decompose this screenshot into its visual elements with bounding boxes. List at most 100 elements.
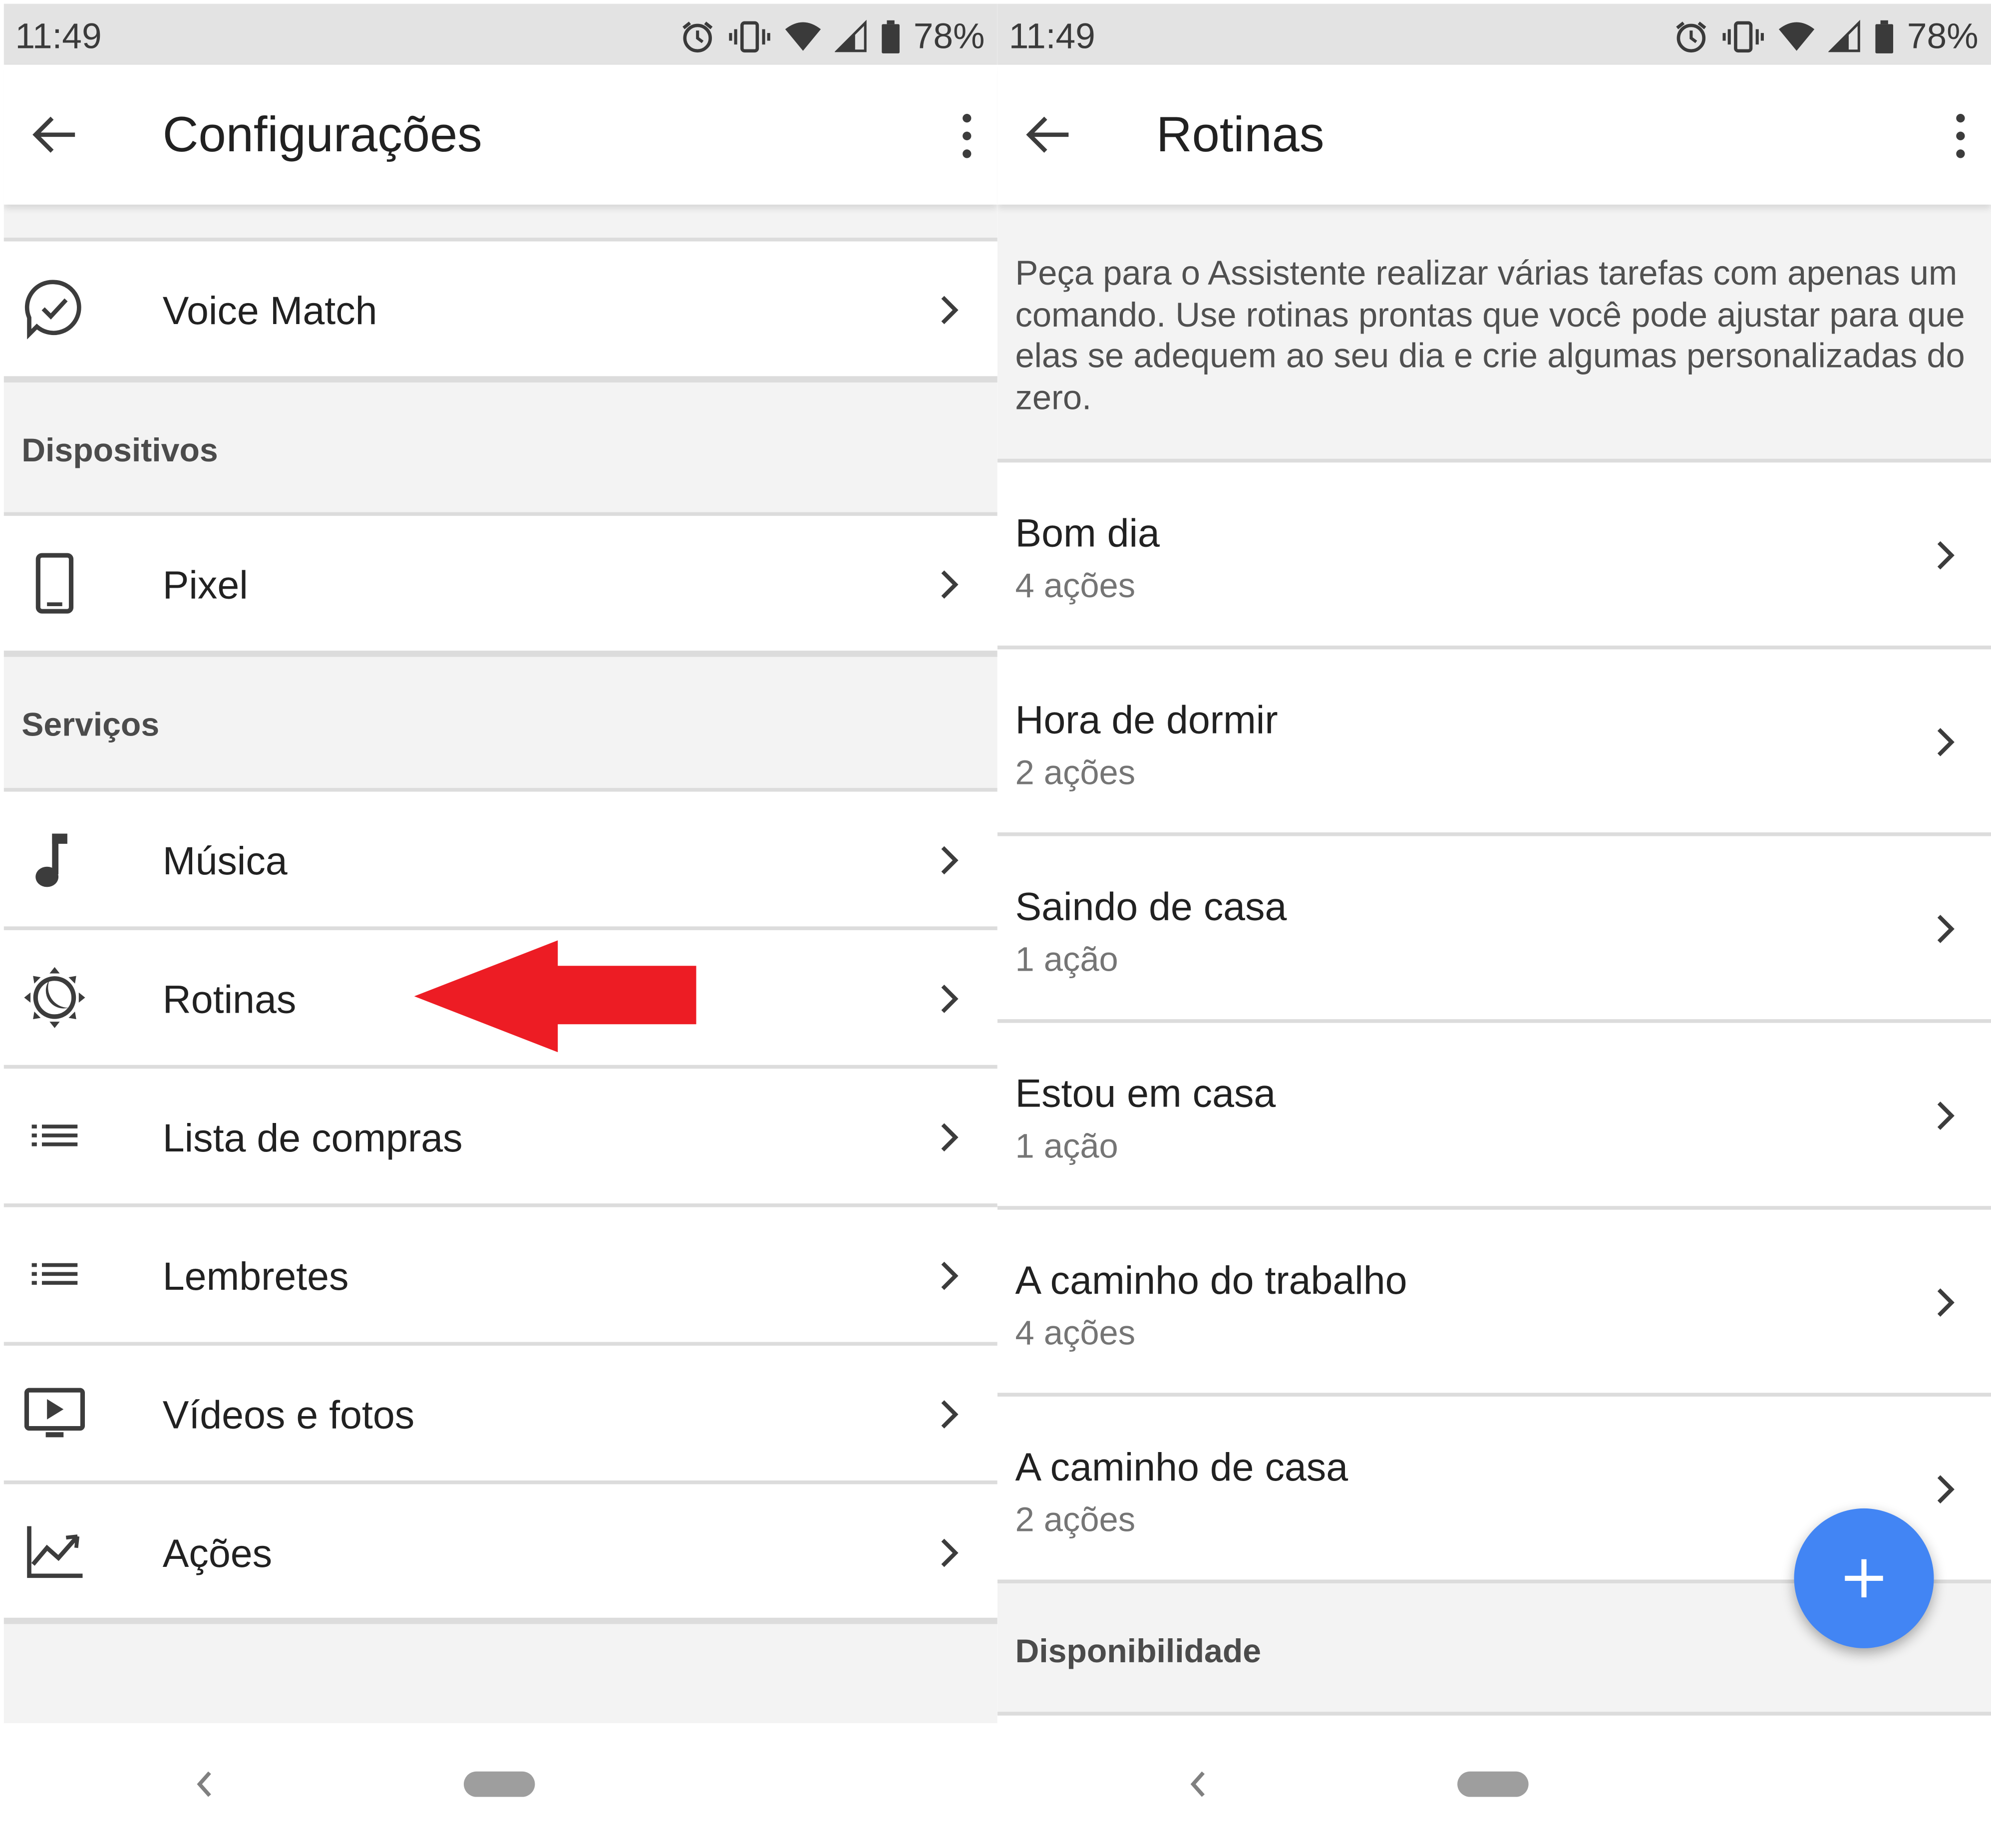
vibrate-icon bbox=[729, 21, 770, 53]
routine-title: Saindo de casa bbox=[1015, 884, 1287, 929]
battery-icon bbox=[1875, 20, 1893, 53]
routine-row[interactable]: Saindo de casa 1 ação bbox=[997, 836, 1991, 1022]
divider bbox=[997, 832, 1991, 836]
settings-screen: 11:49 78% Configurações Voice Match Disp… bbox=[3, 0, 997, 1848]
routine-actions-count: 2 ações bbox=[1015, 753, 1136, 792]
app-bar: Rotinas bbox=[997, 64, 1991, 205]
app-bar: Configurações bbox=[3, 64, 997, 205]
row-stocks[interactable]: Ações bbox=[3, 1484, 997, 1619]
row-label: Lembretes bbox=[162, 1254, 349, 1299]
routine-actions-count: 4 ações bbox=[1015, 1314, 1136, 1352]
page-title: Configurações bbox=[162, 108, 482, 163]
list-icon bbox=[31, 1124, 78, 1146]
section-footer bbox=[3, 1624, 997, 1724]
nav-back-icon[interactable] bbox=[192, 1765, 217, 1803]
routine-title: Estou em casa bbox=[1015, 1071, 1276, 1116]
chevron-right-icon bbox=[1933, 536, 1958, 574]
phone-icon bbox=[35, 553, 74, 614]
divider bbox=[3, 1203, 997, 1207]
row-music[interactable]: Música bbox=[3, 791, 997, 927]
signal-icon bbox=[1828, 19, 1860, 52]
chevron-right-icon bbox=[937, 1118, 962, 1156]
row-shopping-list[interactable]: Lista de compras bbox=[3, 1069, 997, 1204]
chevron-right-icon bbox=[937, 841, 962, 879]
alarm-icon bbox=[682, 21, 713, 53]
row-voice-match[interactable]: Voice Match bbox=[3, 241, 997, 377]
plus-icon bbox=[1845, 1559, 1883, 1598]
row-pixel[interactable]: Pixel bbox=[3, 516, 997, 652]
status-time: 11:49 bbox=[1008, 16, 1095, 56]
routine-row[interactable]: Estou em casa 1 ação bbox=[997, 1023, 1991, 1209]
battery-percent: 78% bbox=[1907, 16, 1979, 56]
divider bbox=[3, 926, 997, 930]
back-arrow-icon[interactable] bbox=[29, 109, 80, 160]
chevron-right-icon bbox=[1933, 1283, 1958, 1321]
system-nav-bar bbox=[3, 1723, 997, 1848]
divider bbox=[997, 1393, 1991, 1397]
nav-home-pill[interactable] bbox=[463, 1771, 535, 1797]
routine-row[interactable]: Hora de dormir 2 ações bbox=[997, 649, 1991, 835]
back-arrow-icon[interactable] bbox=[1023, 109, 1074, 160]
battery-icon bbox=[882, 20, 900, 53]
chevron-right-icon bbox=[937, 1395, 962, 1433]
routines-icon bbox=[24, 967, 85, 1028]
nav-back-icon[interactable] bbox=[1185, 1765, 1211, 1803]
divider bbox=[3, 1617, 997, 1624]
divider bbox=[3, 237, 997, 242]
wifi-icon bbox=[1778, 22, 1815, 51]
section-header-devices: Dispositivos bbox=[3, 382, 997, 512]
row-reminders[interactable]: Lembretes bbox=[3, 1207, 997, 1342]
row-videos-photos[interactable]: Vídeos e fotos bbox=[3, 1346, 997, 1480]
chevron-right-icon bbox=[937, 566, 962, 604]
chevron-right-icon bbox=[1933, 1471, 1958, 1508]
status-bar: 11:49 78% bbox=[997, 3, 1991, 65]
routine-title: A caminho do trabalho bbox=[1015, 1258, 1407, 1303]
stocks-chart-icon bbox=[27, 1526, 83, 1578]
list-icon bbox=[31, 1263, 78, 1285]
description-text: Peça para o Assistente realizar várias t… bbox=[1015, 254, 1965, 416]
nav-home-pill[interactable] bbox=[1457, 1771, 1529, 1797]
divider bbox=[997, 645, 1991, 650]
row-label: Voice Match bbox=[162, 288, 377, 333]
chevron-right-icon bbox=[937, 1257, 962, 1295]
routine-actions-count: 1 ação bbox=[1015, 940, 1118, 979]
more-options-icon[interactable] bbox=[952, 110, 982, 161]
status-time: 11:49 bbox=[15, 16, 102, 56]
divider bbox=[997, 1019, 1991, 1023]
section-header-services: Serviços bbox=[3, 657, 997, 788]
section-spacer bbox=[3, 204, 997, 241]
signal-icon bbox=[834, 19, 867, 52]
video-icon bbox=[24, 1388, 85, 1438]
section-label: Serviços bbox=[21, 705, 160, 743]
divider bbox=[3, 512, 997, 516]
add-routine-button[interactable] bbox=[1794, 1508, 1934, 1648]
routine-title: A caminho de casa bbox=[1015, 1445, 1348, 1489]
row-label: Ações bbox=[162, 1531, 273, 1576]
vibrate-icon bbox=[1722, 21, 1764, 53]
chevron-right-icon bbox=[1933, 723, 1958, 761]
more-options-icon[interactable] bbox=[1945, 110, 1976, 161]
section-label: Disponibilidade bbox=[1015, 1631, 1262, 1670]
alarm-icon bbox=[1676, 21, 1706, 53]
chevron-right-icon bbox=[1933, 1097, 1958, 1134]
page-title: Rotinas bbox=[1156, 108, 1325, 163]
routine-title: Hora de dormir bbox=[1015, 698, 1278, 742]
divider bbox=[3, 1342, 997, 1346]
red-pointer-arrow bbox=[414, 940, 696, 1053]
voice-match-icon bbox=[24, 280, 81, 340]
battery-percent: 78% bbox=[913, 16, 985, 56]
divider bbox=[997, 1712, 1991, 1716]
routine-row[interactable]: A caminho do trabalho 4 ações bbox=[997, 1209, 1991, 1396]
chevron-right-icon bbox=[937, 291, 962, 329]
divider bbox=[3, 1480, 997, 1484]
row-label: Pixel bbox=[162, 563, 248, 608]
routine-row[interactable]: Bom dia 4 ações bbox=[997, 462, 1991, 648]
routines-description: Peça para o Assistente realizar várias t… bbox=[997, 204, 1991, 459]
divider bbox=[3, 651, 997, 657]
routine-title: Bom dia bbox=[1015, 511, 1160, 556]
routine-actions-count: 4 ações bbox=[1015, 567, 1136, 605]
music-note-icon bbox=[35, 833, 67, 887]
divider bbox=[997, 1206, 1991, 1210]
row-label: Rotinas bbox=[162, 977, 297, 1022]
row-label: Vídeos e fotos bbox=[162, 1393, 415, 1438]
